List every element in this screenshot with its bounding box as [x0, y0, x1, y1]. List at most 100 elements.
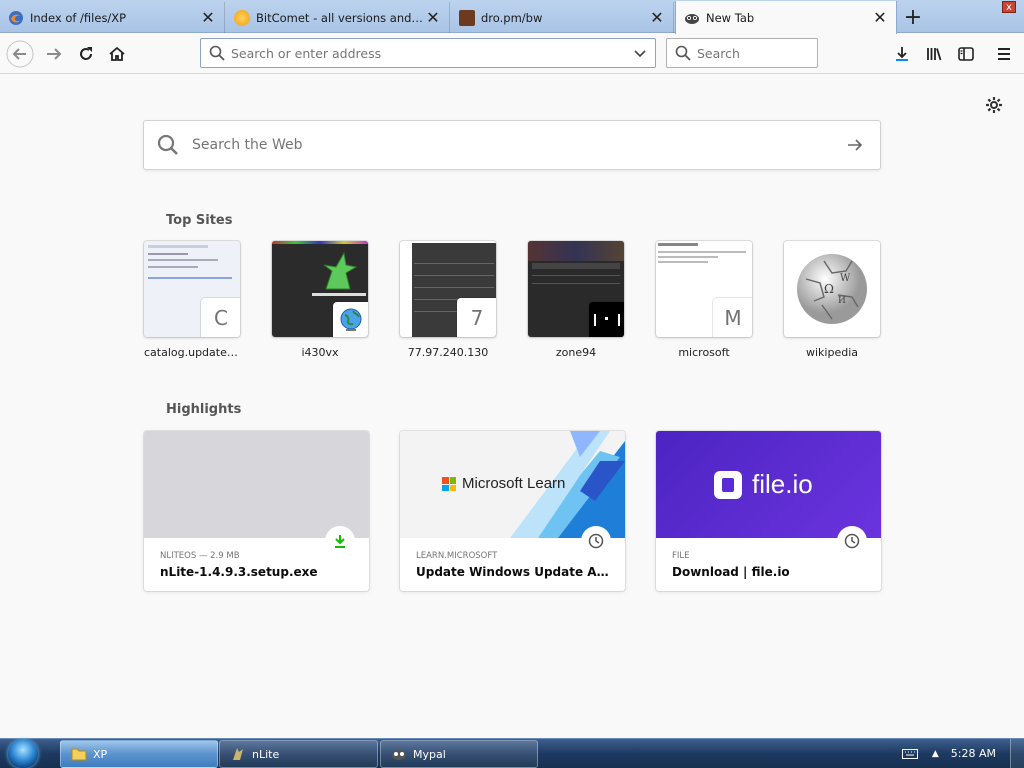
url-bar[interactable]	[200, 38, 656, 68]
search-icon	[209, 45, 225, 61]
site-thumbnail	[272, 241, 368, 337]
top-site-tile[interactable]: Ω W И wikipedia	[784, 241, 882, 359]
wikipedia-globe-icon: Ω W И	[797, 254, 867, 324]
home-icon[interactable]	[103, 40, 131, 68]
taskbar: XP nLite Mypal ▲ 5:28 AM	[0, 738, 1024, 768]
taskbar-button-xp[interactable]: XP	[60, 740, 218, 768]
site-letter-badge: M	[713, 298, 752, 337]
keyboard-icon[interactable]	[901, 748, 918, 759]
tab-strip: Index of /files/XP ✕ BitComet - all vers…	[0, 0, 1024, 34]
top-site-tile[interactable]: 7 77.97.240.130	[400, 241, 498, 359]
sidebar-icon[interactable]	[952, 40, 980, 68]
tab-title: New Tab	[706, 10, 755, 25]
search-input[interactable]	[697, 45, 853, 61]
highlight-source: NLITEOS — 2.9 MB	[160, 551, 240, 561]
web-search-box[interactable]	[143, 120, 881, 170]
nlite-icon	[230, 747, 246, 761]
tab-bitcomet[interactable]: BitComet - all versions and zip ✕	[226, 2, 450, 33]
highlight-card[interactable]: file.io FILE Download | file.io	[656, 431, 881, 591]
arrow-right-icon[interactable]	[846, 136, 864, 154]
top-sites-heading: Top Sites	[166, 213, 233, 228]
svg-text:W: W	[840, 273, 851, 284]
tab-dro-pm[interactable]: dro.pm/bw ✕	[451, 2, 674, 33]
microsoft-logo-icon	[442, 477, 456, 491]
highlight-source: FILE	[672, 551, 690, 561]
highlight-title: nLite-1.4.9.3.setup.exe	[160, 565, 318, 579]
highlight-source: LEARN.MICROSOFT	[416, 551, 498, 561]
highlights-heading: Highlights	[166, 402, 242, 417]
url-input[interactable]	[231, 45, 633, 61]
top-site-tile[interactable]: zone94	[528, 241, 626, 359]
clock[interactable]: 5:28 AM	[951, 747, 996, 760]
svg-text:Ω: Ω	[824, 282, 834, 296]
taskbar-label: Mypal	[413, 747, 446, 761]
forward-arrow-icon[interactable]	[40, 40, 68, 68]
site-letter-badge: C	[201, 298, 240, 337]
web-search-input[interactable]	[192, 137, 846, 153]
bitcomet-icon	[234, 9, 250, 26]
site-label: 77.97.240.130	[407, 346, 489, 359]
site-thumbnail: Ω W И	[784, 241, 880, 337]
close-tab-icon[interactable]: ✕	[649, 9, 665, 26]
site-thumbnail: 7	[400, 241, 496, 337]
library-icon[interactable]	[920, 40, 948, 68]
taskbar-label: nLite	[252, 747, 280, 761]
menu-hamburger-icon[interactable]	[990, 40, 1018, 68]
highlight-image	[144, 431, 369, 538]
tab-title: Index of /files/XP	[30, 10, 127, 25]
show-desktop-button[interactable]	[1010, 739, 1024, 768]
close-tab-icon[interactable]: ✕	[425, 9, 441, 26]
site-label: zone94	[555, 346, 597, 359]
site-label: i430vx	[301, 346, 339, 359]
dro-icon	[459, 9, 475, 26]
image-caption: Microsoft Learn	[462, 475, 566, 492]
download-icon[interactable]	[888, 40, 916, 68]
close-tab-icon[interactable]: ✕	[872, 9, 888, 26]
taskbar-label: XP	[93, 747, 108, 761]
highlight-card[interactable]: Microsoft Learn LEARN.MICROSOFT Update W…	[400, 431, 625, 591]
clock-icon	[581, 526, 611, 556]
tray-expand-arrow-icon[interactable]: ▲	[932, 749, 939, 759]
back-arrow-icon[interactable]	[6, 40, 34, 68]
tab-title: BitComet - all versions and zip	[256, 10, 425, 25]
globe-icon	[333, 302, 368, 337]
search-bar[interactable]	[666, 38, 853, 68]
mypal-icon	[684, 10, 700, 26]
highlight-title: Download | file.io	[672, 565, 790, 579]
highlight-image: Microsoft Learn	[400, 431, 625, 538]
close-tab-icon[interactable]: ✕	[200, 9, 216, 26]
site-thumbnail: C	[144, 241, 240, 337]
svg-text:И: И	[838, 296, 846, 306]
clock-icon	[837, 526, 867, 556]
top-site-tile[interactable]: C catalog.update....	[144, 241, 242, 359]
tab-title: dro.pm/bw	[481, 10, 543, 25]
top-site-tile[interactable]: M microsoft	[656, 241, 754, 359]
tab-new-tab[interactable]: New Tab ✕	[675, 1, 897, 34]
window-close-button[interactable]: x	[1002, 1, 1016, 13]
taskbar-button-mypal[interactable]: Mypal	[380, 740, 538, 768]
tab-index-files-xp[interactable]: Index of /files/XP ✕	[0, 2, 225, 33]
highlight-card[interactable]: NLITEOS — 2.9 MB nLite-1.4.9.3.setup.exe	[144, 431, 369, 591]
reload-icon[interactable]	[72, 40, 100, 68]
search-icon	[675, 45, 691, 61]
site-thumbnail	[528, 241, 624, 337]
new-tab-plus-icon[interactable]: +	[900, 5, 926, 30]
highlight-image: file.io	[656, 431, 881, 538]
firefox-icon	[8, 10, 24, 26]
top-site-tile[interactable]: i430vx	[272, 241, 370, 359]
search-icon	[156, 133, 180, 157]
start-button-windows-icon[interactable]	[8, 740, 38, 768]
site-label: wikipedia	[805, 346, 858, 359]
site-label: microsoft	[678, 346, 730, 359]
gear-icon[interactable]	[984, 95, 1004, 115]
fileio-logo-icon	[714, 471, 742, 499]
mypal-icon	[391, 747, 407, 761]
system-tray: ▲ 5:28 AM	[901, 739, 1024, 768]
download-icon	[325, 526, 355, 556]
site-thumbnail: M	[656, 241, 752, 337]
chevron-down-icon[interactable]	[633, 46, 647, 60]
site-letter-badge: 7	[457, 298, 496, 337]
taskbar-button-nlite[interactable]: nLite	[219, 740, 378, 768]
image-caption: file.io	[752, 469, 813, 499]
site-label: catalog.update....	[144, 346, 240, 359]
